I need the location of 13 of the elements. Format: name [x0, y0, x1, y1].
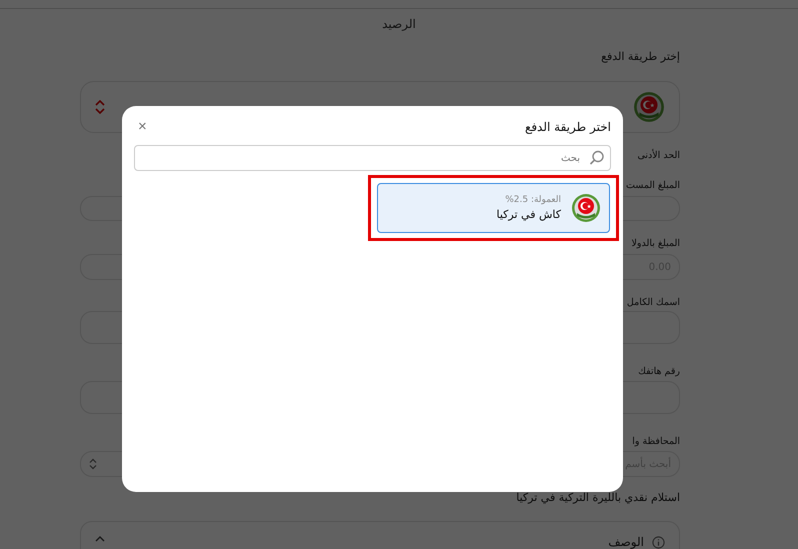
- dialog-title: اختر طريقة الدفع: [524, 120, 611, 134]
- minimum-label: الحد الأدنى: [637, 150, 680, 162]
- field-label: اسمك الكامل: [626, 297, 680, 309]
- accordion-title: الوصف: [608, 535, 644, 549]
- field-label: المحافظة وا: [632, 436, 680, 448]
- field-label: المبلغ بالدولا: [631, 238, 680, 250]
- page-title: الرصيد: [381, 16, 417, 31]
- section-label: إختر طريقة الدفع: [601, 51, 680, 63]
- field-label: رقم هاتفك: [638, 366, 680, 378]
- method-title: استلام نقدي بالليرة التركية في تركيا: [516, 492, 680, 504]
- field-label: المبلغ المست: [626, 180, 680, 192]
- fee-text: العمولة: 2.5%: [505, 195, 561, 205]
- method-name: كاش في تركيا: [496, 208, 561, 221]
